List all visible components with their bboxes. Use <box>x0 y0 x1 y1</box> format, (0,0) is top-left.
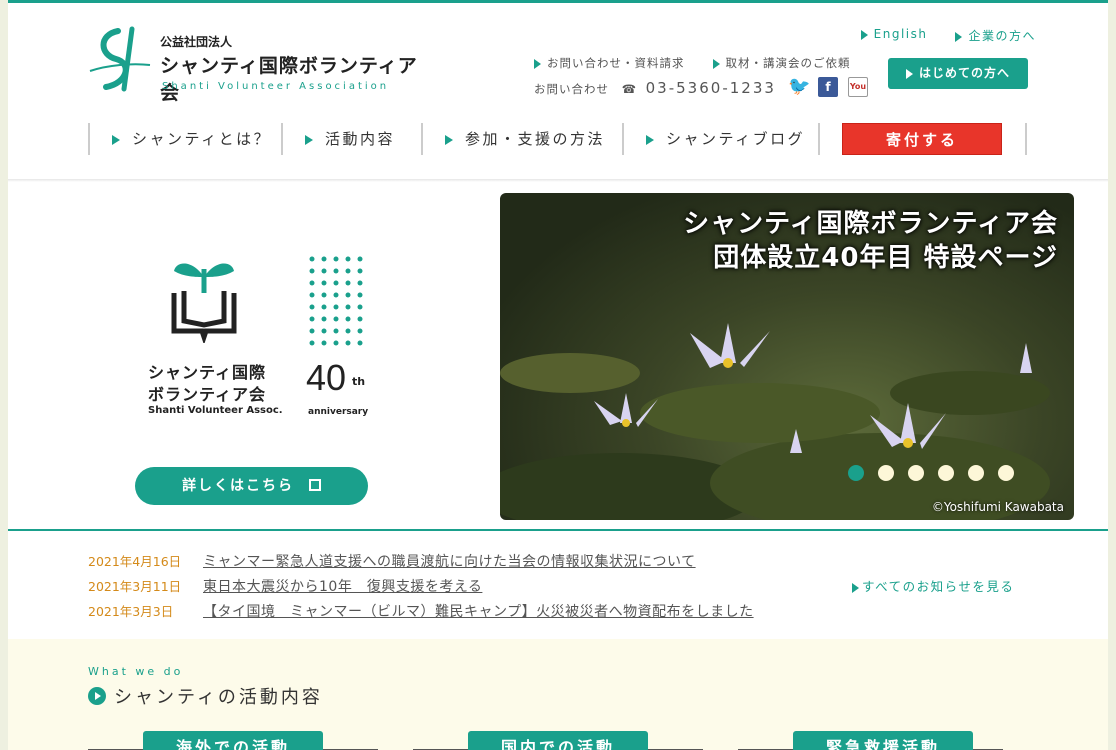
nav-item-support[interactable]: 参加・支援の方法 <box>421 123 622 155</box>
site-header: 公益社団法人 シャンティ国際ボランティア会 Shanti Volunteer A… <box>8 3 1108 179</box>
news-date: 2021年3月11日 <box>88 579 182 594</box>
arrow-icon <box>112 134 120 145</box>
header-shadow <box>8 179 1108 182</box>
facebook-icon[interactable]: f <box>818 77 838 97</box>
slide-dot-3[interactable] <box>908 465 924 481</box>
phone-icon: ☎ <box>621 82 637 96</box>
arrow-icon <box>445 134 453 145</box>
slide-dot-1[interactable] <box>848 465 864 481</box>
logo-mark-icon <box>89 26 151 92</box>
youtube-icon[interactable]: You <box>848 77 868 97</box>
first-time-button[interactable]: はじめての方へ <box>888 58 1028 89</box>
arrow-icon <box>534 58 541 69</box>
slide-dot-6[interactable] <box>998 465 1014 481</box>
site-logo[interactable]: 公益社団法人 シャンティ国際ボランティア会 Shanti Volunteer A… <box>88 25 428 105</box>
anniv-logo-line2: ボランティア会 <box>148 385 267 404</box>
section-title: シャンティの活動内容 <box>88 683 323 709</box>
book-sprout-icon <box>171 263 237 343</box>
activities-section: What we do シャンティの活動内容 海外での活動 国内での活動 緊急救援… <box>8 639 1108 750</box>
arrow-icon <box>905 68 913 79</box>
arrow-icon <box>852 582 859 593</box>
donate-button[interactable]: 寄付する <box>842 123 1002 155</box>
news-title-link[interactable]: ミャンマー緊急人道支援への職員渡航に向けた当会の情報収集状況について <box>203 551 696 571</box>
nav-item-blog[interactable]: シャンティブログ <box>622 123 818 155</box>
news-title-link[interactable]: 東日本大震災から10年 復興支援を考える <box>203 576 482 596</box>
slide-dots <box>848 465 1014 481</box>
nav-item-activities[interactable]: 活動内容 <box>281 123 421 155</box>
anniversary-logo: シャンティ国際 ボランティア会 Shanti Volunteer Assoc. … <box>140 255 380 425</box>
nav-divider <box>1025 123 1027 155</box>
anniv-number: 40 <box>306 357 347 398</box>
details-button[interactable]: 詳しくはこちら <box>135 467 368 505</box>
news-date: 2021年3月3日 <box>88 604 174 619</box>
mid-links: お問い合わせ・資料請求 取材・講演会のご依頼 <box>534 55 851 71</box>
press-link[interactable]: 取材・講演会のご依頼 <box>712 55 851 71</box>
phone-number[interactable]: 03-5360-1233 <box>646 79 776 97</box>
news-item: 2021年3月11日 東日本大震災から10年 復興支援を考える <box>88 576 482 596</box>
play-circle-icon <box>88 687 106 705</box>
org-type: 公益社団法人 <box>160 35 233 49</box>
phone-label: お問い合わせ <box>534 82 609 96</box>
english-link[interactable]: English <box>860 27 928 44</box>
hero-slideshow[interactable]: シャンティ国際ボランティア会 団体設立40年目 特設ページ ©Yoshifumi… <box>500 193 1074 520</box>
slide-title: シャンティ国際ボランティア会 団体設立40年目 特設ページ <box>683 209 1058 273</box>
tab-overseas[interactable]: 海外での活動 <box>143 731 323 750</box>
org-name-en: Shanti Volunteer Association <box>162 81 390 92</box>
phone-contact: お問い合わせ ☎ 03-5360-1233 <box>534 79 776 97</box>
arrow-icon <box>860 29 868 40</box>
anniv-logo-line1: シャンティ国際 <box>148 363 267 382</box>
news-title-link[interactable]: 【タイ国境 ミャンマー（ビルマ）難民キャンプ】火災被災者へ物資配布をしました <box>203 601 754 621</box>
news-item: 2021年4月16日 ミャンマー緊急人道支援への職員渡航に向けた当会の情報収集状… <box>88 551 696 571</box>
anniv-th: th <box>352 375 366 388</box>
anniv-logo-en: Shanti Volunteer Assoc. <box>148 405 283 416</box>
arrow-icon <box>955 31 963 42</box>
dot-grid-icon <box>309 256 363 346</box>
social-links: 🐦 f You <box>788 77 868 97</box>
arrow-icon <box>646 134 654 145</box>
page-frame: 公益社団法人 シャンティ国際ボランティア会 Shanti Volunteer A… <box>8 0 1108 750</box>
contact-link[interactable]: お問い合わせ・資料請求 <box>534 55 685 71</box>
nav-item-about[interactable]: シャンティとは？ <box>88 123 281 155</box>
anniv-word: anniversary <box>308 407 369 417</box>
twitter-icon[interactable]: 🐦 <box>788 77 810 97</box>
slide-dot-4[interactable] <box>938 465 954 481</box>
top-links: English 企業の方へ <box>860 27 1036 44</box>
slide-dot-5[interactable] <box>968 465 984 481</box>
nav-divider <box>818 123 842 155</box>
photo-credit: ©Yoshifumi Kawabata <box>931 500 1064 514</box>
slide-dot-2[interactable] <box>878 465 894 481</box>
external-window-icon <box>308 479 321 491</box>
hero-section: シャンティ国際 ボランティア会 Shanti Volunteer Assoc. … <box>8 183 1108 531</box>
news-date: 2021年4月16日 <box>88 554 182 569</box>
org-name: シャンティ国際ボランティア会 <box>160 55 418 104</box>
section-label-en: What we do <box>88 665 184 678</box>
news-item: 2021年3月3日 【タイ国境 ミャンマー（ビルマ）難民キャンプ】火災被災者へ物… <box>88 601 754 621</box>
arrow-icon <box>712 58 720 69</box>
tab-domestic[interactable]: 国内での活動 <box>468 731 648 750</box>
all-news-link[interactable]: すべてのお知らせを見る <box>852 576 1014 595</box>
tab-emergency[interactable]: 緊急救援活動 <box>793 731 973 750</box>
news-section: 2021年4月16日 ミャンマー緊急人道支援への職員渡航に向けた当会の情報収集状… <box>8 533 1108 636</box>
arrow-icon <box>305 134 313 145</box>
corporate-link[interactable]: 企業の方へ <box>955 27 1036 44</box>
